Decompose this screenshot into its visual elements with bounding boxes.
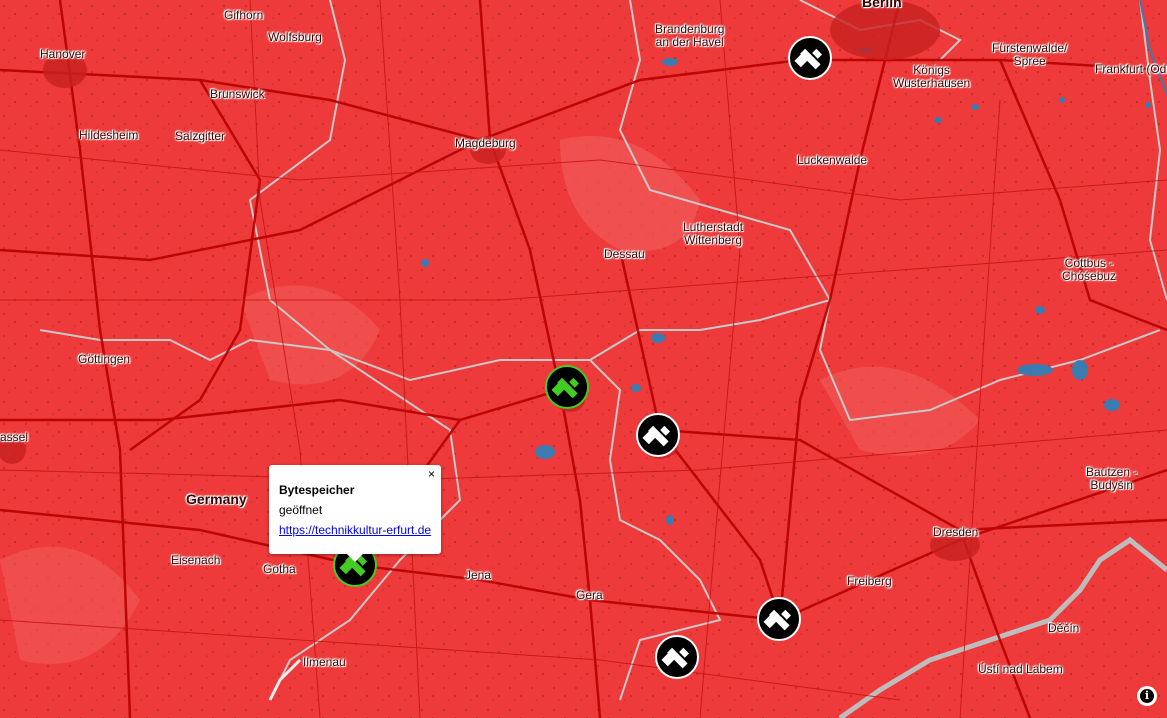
city-label-dessau: Dessau xyxy=(604,247,645,261)
hammer-icon xyxy=(636,413,680,457)
popup-website-link[interactable]: https://technikkultur-erfurt.de xyxy=(279,523,431,537)
city-label-salzgitter: Salzgitter xyxy=(175,129,226,143)
city-label-fuerstenwalde: Fürstenwalde/ Spree xyxy=(992,41,1068,68)
hammer-icon xyxy=(655,635,699,679)
hammer-icon xyxy=(788,36,832,80)
city-label-magdeburg: Magdeburg xyxy=(455,136,516,150)
city-label-decin: Děčín xyxy=(1048,621,1080,635)
hackerspace-marker-closed[interactable] xyxy=(655,635,699,679)
city-label-frankfurt: Frankfurt (Oder) xyxy=(1095,62,1167,76)
map-canvas[interactable]: Berlin Gifhorn Wolfsburg Brandenburg an … xyxy=(0,0,1167,718)
city-label-brunswick: Brunswick xyxy=(210,87,265,101)
city-label-ilmenau: Ilmenau xyxy=(303,655,346,669)
city-label-kassel: assel xyxy=(0,430,29,444)
marker-popup: × Bytespeicher geöffnet https://technikk… xyxy=(269,465,441,562)
attribution-button[interactable]: i xyxy=(1137,686,1157,706)
city-label-wittenberg: Lutherstadt Wittenberg xyxy=(683,220,744,247)
hackerspace-marker-open[interactable] xyxy=(545,365,589,409)
city-label-hildesheim: Hildesheim xyxy=(79,128,139,142)
city-label-goettingen: Göttingen xyxy=(78,352,131,366)
city-label-cottbus: Cottbus - Chóśebuz xyxy=(1062,256,1117,283)
city-label-gifhorn: Gifhorn xyxy=(224,8,264,22)
info-icon: i xyxy=(1140,689,1154,703)
country-label-germany: Germany xyxy=(186,491,247,507)
city-label-gera: Gera xyxy=(576,588,603,602)
hackerspace-marker-closed[interactable] xyxy=(757,597,801,641)
city-label-eisenach: Eisenach xyxy=(171,553,221,567)
map-background xyxy=(0,0,1167,718)
city-label-jena: Jena xyxy=(465,568,492,582)
popup-title: Bytespeicher xyxy=(279,483,355,497)
city-label-dresden: Dresden xyxy=(933,525,979,539)
city-label-brandenburg: Brandenburg an der Havel xyxy=(655,22,725,49)
popup-close-button[interactable]: × xyxy=(428,467,435,481)
city-label-freiberg: Freiberg xyxy=(847,574,892,588)
hammer-icon xyxy=(545,365,589,409)
city-label-berlin: Berlin xyxy=(862,0,902,10)
city-label-gotha: Gotha xyxy=(263,562,296,576)
hackerspace-marker-closed[interactable] xyxy=(788,36,832,80)
city-label-luckenwalde: Luckenwalde xyxy=(797,153,868,167)
city-label-bautzen: Bautzen - Budyšin xyxy=(1086,465,1138,492)
city-label-usti: Ústí nad Labem xyxy=(978,662,1063,676)
popup-tip xyxy=(347,554,363,562)
popup-status: geöffnet xyxy=(279,503,323,517)
hammer-icon xyxy=(757,597,801,641)
hackerspace-marker-closed[interactable] xyxy=(636,413,680,457)
city-label-koenigs: Königs Wusterhausen xyxy=(893,63,971,90)
city-label-wolfsburg: Wolfsburg xyxy=(268,30,322,44)
city-label-hanover: Hanover xyxy=(40,47,86,61)
